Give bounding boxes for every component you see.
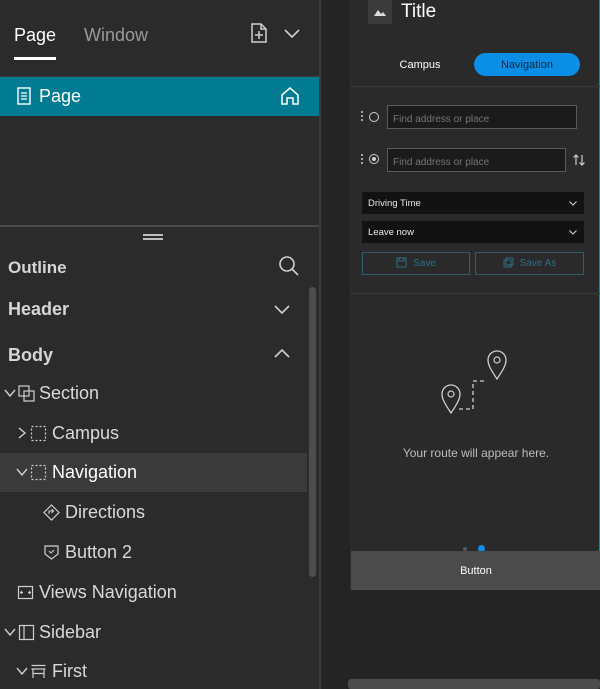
tree-item-label: Sidebar [39,622,102,642]
chevron-down-icon[interactable] [3,625,17,639]
save-button[interactable]: Save [362,252,470,275]
chevron-down-icon [568,198,578,208]
active-tab-indicator [14,57,56,60]
chevron-down-icon[interactable] [272,299,292,319]
origin-stop-icon [369,112,379,122]
chevron-down-icon[interactable] [3,386,17,400]
tree-item-directions[interactable]: Directions [0,493,307,532]
button-widget-icon [43,544,60,561]
canvas-horizontal-scrollbar[interactable] [348,679,600,689]
tree-item-label: First [52,661,87,681]
tree-item-views-navigation[interactable]: Views Navigation [0,573,307,612]
outline-header-section[interactable]: Header [8,299,69,320]
views-navigation-icon [17,584,34,601]
tree-item-label: Section [39,383,100,403]
page-panel: Page Window Page Outline Header Body Sec… [0,0,319,689]
save-icon [396,257,407,271]
destination-input[interactable] [387,148,566,172]
chevron-down-icon[interactable] [15,664,29,678]
add-page-icon[interactable] [247,21,271,45]
panel-splitter[interactable] [0,225,319,227]
chevron-down-icon[interactable] [15,465,29,479]
resize-grip-icon[interactable] [143,234,163,242]
outline-scrollbar[interactable] [309,287,316,577]
tree-item-first[interactable]: First [0,652,307,689]
tree-item-label: Directions [65,502,146,522]
fixed-panel-icon [30,663,47,680]
outline-body-section[interactable]: Body [8,345,53,366]
sidebar-icon [18,624,35,641]
app-header: Title [351,0,600,36]
tree-item-label: Views Navigation [39,582,177,602]
app-preview: Title Campus Navigation Driving Time Lea… [350,0,600,590]
page-list-item-label: Page [39,86,82,106]
view-icon [30,425,47,442]
tree-item-label: Campus [52,423,120,443]
swap-stops-icon[interactable] [572,153,586,167]
tree-item-section[interactable]: Section [0,374,307,413]
view-icon [30,464,47,481]
panel-tabs: Page Window [0,0,319,70]
chevron-down-icon[interactable] [280,21,304,45]
tree-item-label: Navigation [52,462,138,482]
chevron-right-icon[interactable] [15,426,29,440]
home-icon[interactable] [279,85,301,107]
origin-input[interactable] [387,105,577,129]
save-label: Save [413,258,436,269]
page-document-icon [16,86,34,106]
route-placeholder-icon [439,345,511,417]
drag-handle-icon[interactable] [361,111,365,123]
destination-stop-icon [369,154,379,164]
drag-handle-icon[interactable] [361,154,365,166]
departure-value: Leave now [368,227,414,238]
travel-mode-value: Driving Time [368,198,421,209]
tree-item-sidebar[interactable]: Sidebar [0,613,307,652]
page-list-item[interactable]: Page [0,77,319,116]
chevron-up-icon[interactable] [272,344,292,364]
tab-navigation[interactable]: Navigation [474,53,580,76]
route-empty-message: Your route will appear here. [402,446,550,460]
search-icon[interactable] [277,254,301,278]
save-as-button[interactable]: Save As [475,252,584,275]
app-title: Title [401,1,437,22]
tree-item-navigation[interactable]: Navigation [0,453,307,492]
app-logo-icon [368,0,392,24]
tab-page[interactable]: Page [14,25,56,46]
save-as-label: Save As [519,258,557,269]
outline-title: Outline [8,258,67,277]
tree-item-button-2[interactable]: Button 2 [0,533,307,572]
tab-window[interactable]: Window [84,25,148,46]
save-as-icon [503,257,514,271]
tree-item-campus[interactable]: Campus [0,414,307,453]
section-icon [18,385,35,402]
tree-item-label: Button 2 [65,542,133,562]
departure-select[interactable]: Leave now [362,221,584,243]
directions-icon [43,504,60,521]
tab-campus[interactable]: Campus [373,53,467,76]
chevron-down-icon [568,227,578,237]
app-button[interactable]: Button [351,551,600,590]
travel-mode-select[interactable]: Driving Time [362,192,584,214]
